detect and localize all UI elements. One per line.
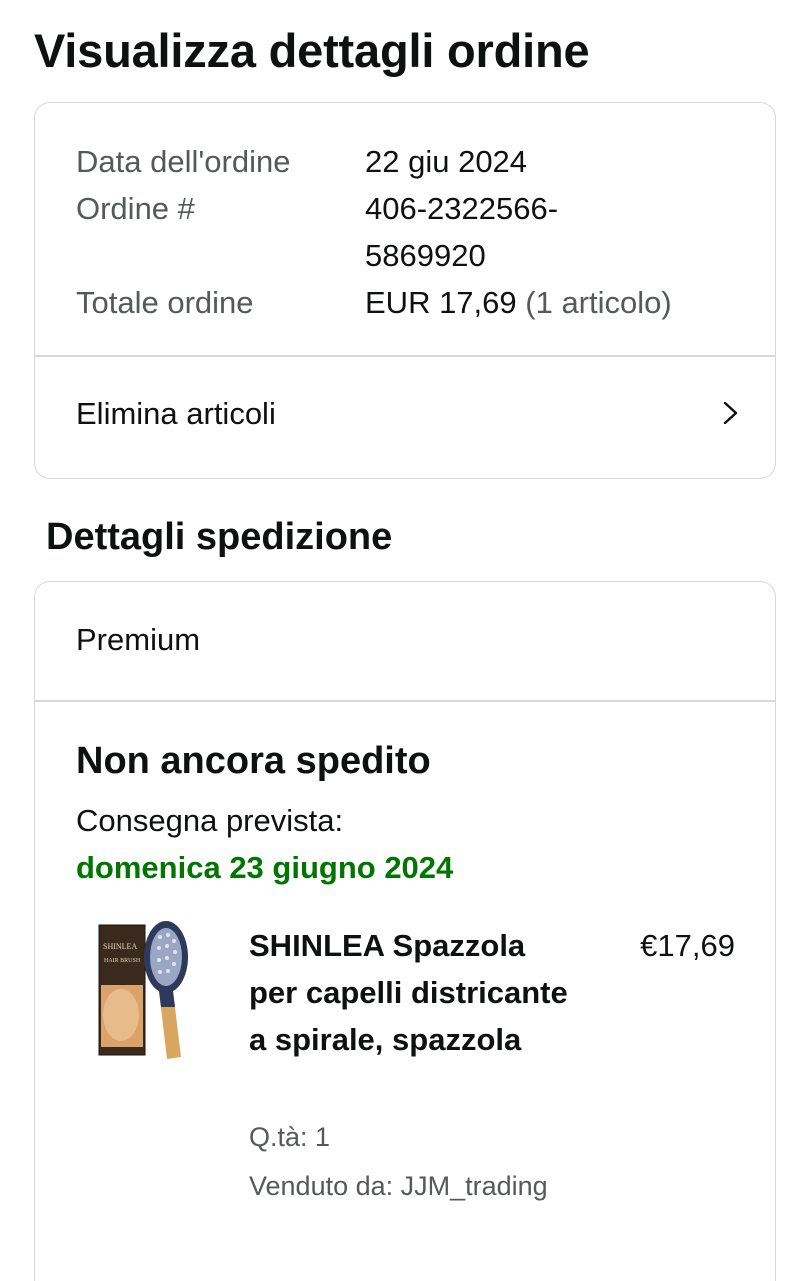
product-title-link[interactable]: SHINLEA Spazzola per capelli districante… [249,922,579,1063]
page-title: Visualizza dettagli ordine [34,24,590,77]
delete-items-row[interactable]: Elimina articoli [35,356,775,479]
order-date-value: 22 giu 2024 [365,144,528,179]
shipping-service: Premium [76,622,201,657]
order-total-items: (1 articolo) [525,285,672,320]
product-seller: Venduto da: JJM_trading [249,1171,548,1201]
shipping-section-title: Dettagli spedizione [46,516,393,558]
shipping-card: Premium Non ancora spedito Consegna prev… [34,581,776,1281]
chevron-right-icon [723,402,738,424]
product-image-brand: SHINLEA [103,942,137,951]
product-image-text: HAIR BRUSH [104,958,141,964]
product-quantity: Q.tà: 1 [249,1122,331,1152]
order-number-label: Ordine # [76,191,195,226]
order-total-value: EUR 17,69 (1 articolo) [365,279,672,326]
order-total-label: Totale ordine [76,285,254,320]
order-summary-card: Data dell'ordine 22 giu 2024 Ordine # 40… [34,102,776,479]
delete-items-label: Elimina articoli [76,396,276,431]
product-price: €17,69 [640,928,735,963]
divider [35,700,775,702]
product-image[interactable]: SHINLEA HAIR BRUSH [71,915,201,1065]
order-number-line2: 5869920 [365,238,486,273]
order-number-line1: 406-2322566- [365,191,559,226]
order-number-value: 406-2322566- 5869920 [365,185,558,279]
shipment-status: Non ancora spedito [76,740,431,782]
delivery-label: Consegna prevista: [76,803,344,838]
order-total-amount: EUR 17,69 [365,285,517,320]
order-date-label: Data dell'ordine [76,144,291,179]
delivery-date: domenica 23 giugno 2024 [76,850,454,885]
